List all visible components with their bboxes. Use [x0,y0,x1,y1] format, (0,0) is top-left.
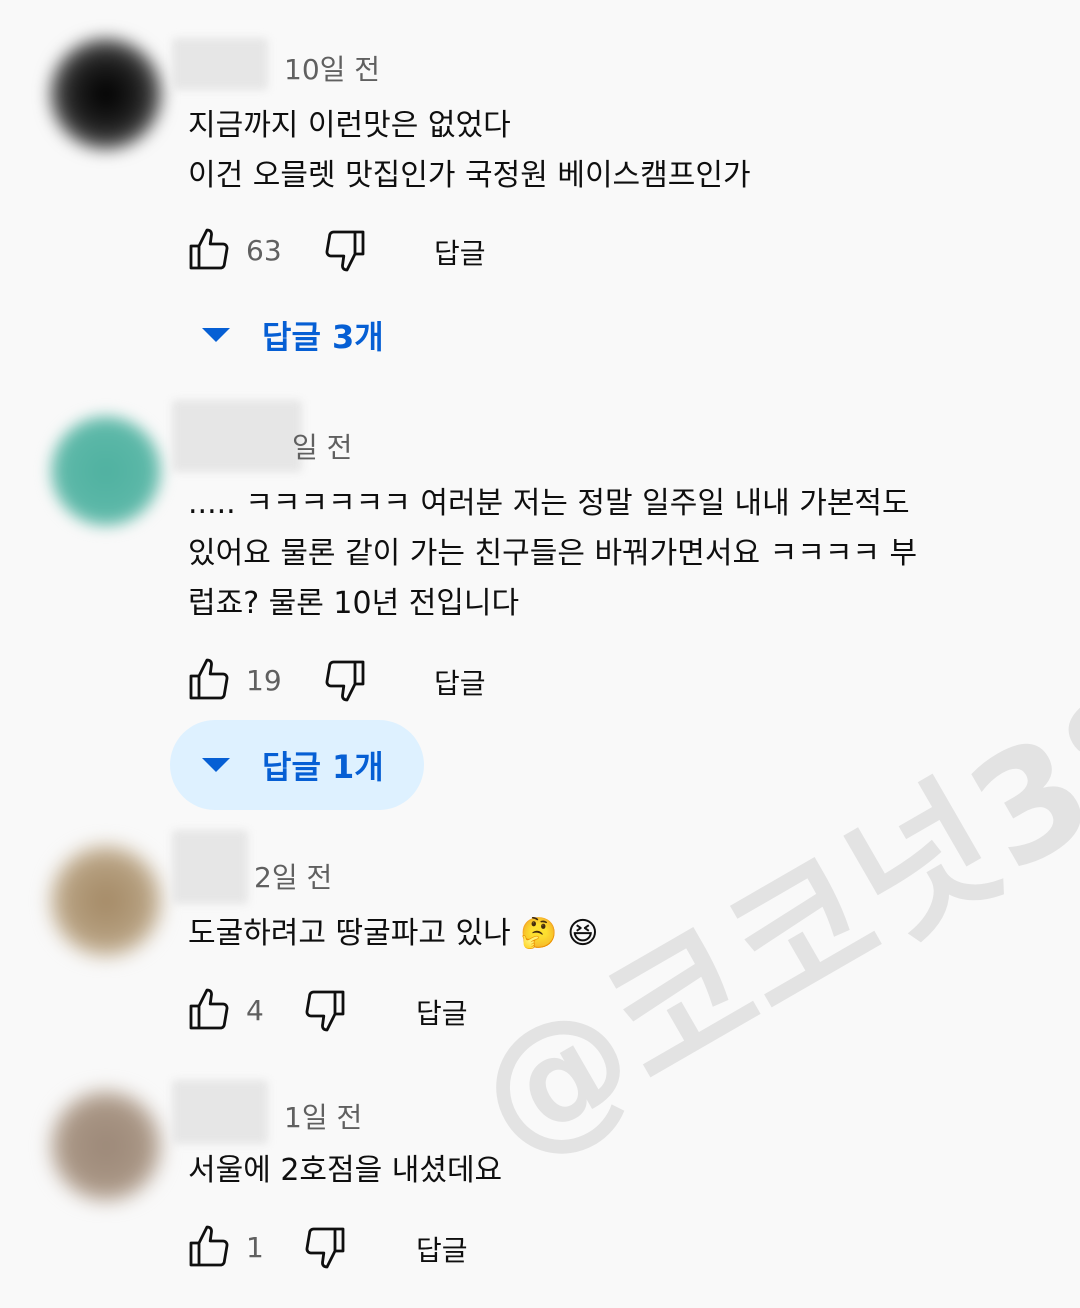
caret-down-icon [200,325,232,345]
thumbs-up-icon[interactable] [184,985,234,1035]
view-replies-button[interactable]: 답글 3개 [170,290,424,380]
replies-count-label: 답글 3개 [262,318,384,356]
view-replies-button[interactable]: 답글 1개 [170,720,424,810]
thumbs-up-icon[interactable] [184,1222,234,1272]
watermark: @코코넛38 [447,647,1080,1191]
comment-time: 2일 전 [254,861,333,894]
avatar[interactable] [50,1090,162,1202]
thumbs-down-icon[interactable] [300,1222,350,1272]
thumbs-down-icon[interactable] [300,985,350,1035]
reply-button[interactable]: 답글 [416,1229,468,1269]
thumbs-up-icon[interactable] [184,655,234,705]
comment-actions: 4 [184,985,350,1035]
comment-actions: 63 [184,225,370,275]
comment-time: 일 전 [292,431,353,464]
comment-actions: 19 [184,655,370,705]
comment-time: 10일 전 [284,53,381,86]
comment-actions: 1 [184,1222,350,1272]
avatar[interactable] [50,415,162,527]
like-count: 1 [246,1230,264,1264]
comment-text: 지금까지 이런맛은 없었다 이건 오믈렛 맛집인가 국정원 베이스캠프인가 [188,108,751,193]
avatar[interactable] [50,38,162,150]
thumbs-up-icon[interactable] [184,225,234,275]
replies-count-label: 답글 1개 [262,748,384,786]
author-name-blurred[interactable] [172,400,302,472]
comment-time: 1일 전 [284,1101,363,1134]
avatar[interactable] [50,845,162,957]
author-name-blurred[interactable] [172,1080,268,1144]
author-name-blurred[interactable] [172,830,248,904]
like-count: 19 [246,663,282,697]
comment-text-body: 도굴하려고 땅굴파고 있나 [188,916,511,951]
comment-text: ..... ㅋㅋㅋㅋㅋㅋ 여러분 저는 정말 일주일 내내 가본적도 있어요 물… [188,486,918,621]
reply-button[interactable]: 답글 [434,662,486,702]
like-count: 63 [246,233,282,267]
reply-button[interactable]: 답글 [434,232,486,272]
thumbs-down-icon[interactable] [320,655,370,705]
like-count: 4 [246,993,264,1027]
thumbs-down-icon[interactable] [320,225,370,275]
caret-down-icon [200,755,232,775]
author-name-blurred[interactable] [172,38,268,90]
